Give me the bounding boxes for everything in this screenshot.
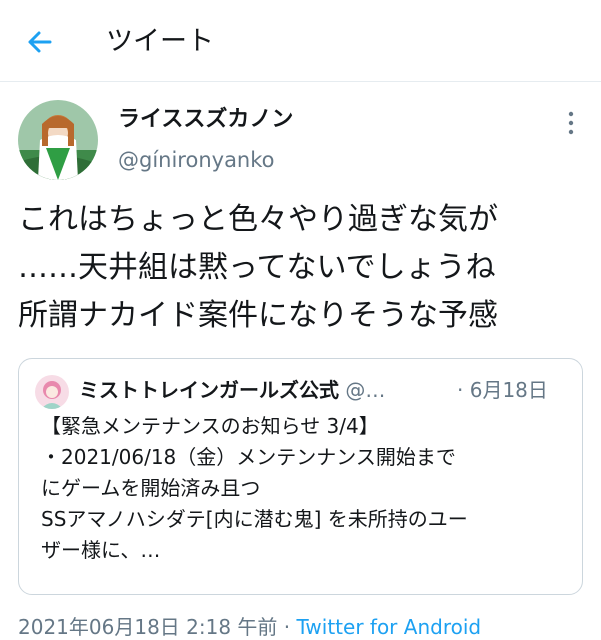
quoted-avatar: [35, 375, 69, 409]
tweet-text: これはちょっと色々やり過ぎな気が ……天井組は黙ってないでしょうね 所謂ナカイド…: [18, 196, 593, 340]
quoted-separator: ·: [457, 378, 464, 402]
quoted-tweet-card[interactable]: ミストトレインガールズ公式 @… · 6月18日 【緊急メンテナンスのお知らせ …: [18, 358, 583, 595]
quoted-line: 【緊急メンテナンスのお知らせ 3/4】: [41, 414, 379, 438]
quoted-header: ミストトレインガールズ公式 @…: [79, 373, 385, 407]
back-arrow-icon[interactable]: [22, 24, 58, 60]
avatar[interactable]: [18, 100, 98, 180]
source-link[interactable]: Twitter for Android: [297, 615, 482, 639]
quoted-date-wrap: · 6月18日: [457, 373, 548, 407]
timestamp: 2021年06月18日 2:18 午前: [18, 615, 278, 639]
display-name[interactable]: ライススズカノン: [118, 104, 293, 136]
more-options-icon[interactable]: [556, 108, 586, 138]
tweet-line: 所謂ナカイド案件になりそうな予感: [18, 298, 498, 333]
quoted-display-name: ミストトレインガールズ公式: [79, 378, 339, 402]
tweet-line: これはちょっと色々やり過ぎな気が: [18, 202, 498, 237]
tweet-line: ……天井組は黙ってないでしょうね: [18, 250, 496, 285]
quoted-line: にゲームを開始済み且つ: [41, 476, 261, 500]
quoted-text: 【緊急メンテナンスのお知らせ 3/4】 ・2021/06/18（金）メンテンナン…: [41, 411, 571, 566]
tweet-meta: 2021年06月18日 2:18 午前 · Twitter for Androi…: [18, 612, 481, 640]
quoted-date: 6月18日: [469, 378, 548, 402]
top-bar: ツイート: [0, 0, 601, 82]
page-title: ツイート: [106, 26, 214, 57]
user-handle[interactable]: @gínironyanko: [118, 144, 275, 176]
quoted-line: ・2021/06/18（金）メンテンナンス開始まで: [41, 445, 456, 469]
quoted-line: SSアマノハシダテ[内に潜む鬼] を未所持のユー: [41, 507, 468, 531]
quoted-line: ザー様に、…: [41, 538, 161, 562]
quoted-handle: @…: [345, 378, 386, 402]
meta-separator: ·: [283, 615, 291, 639]
